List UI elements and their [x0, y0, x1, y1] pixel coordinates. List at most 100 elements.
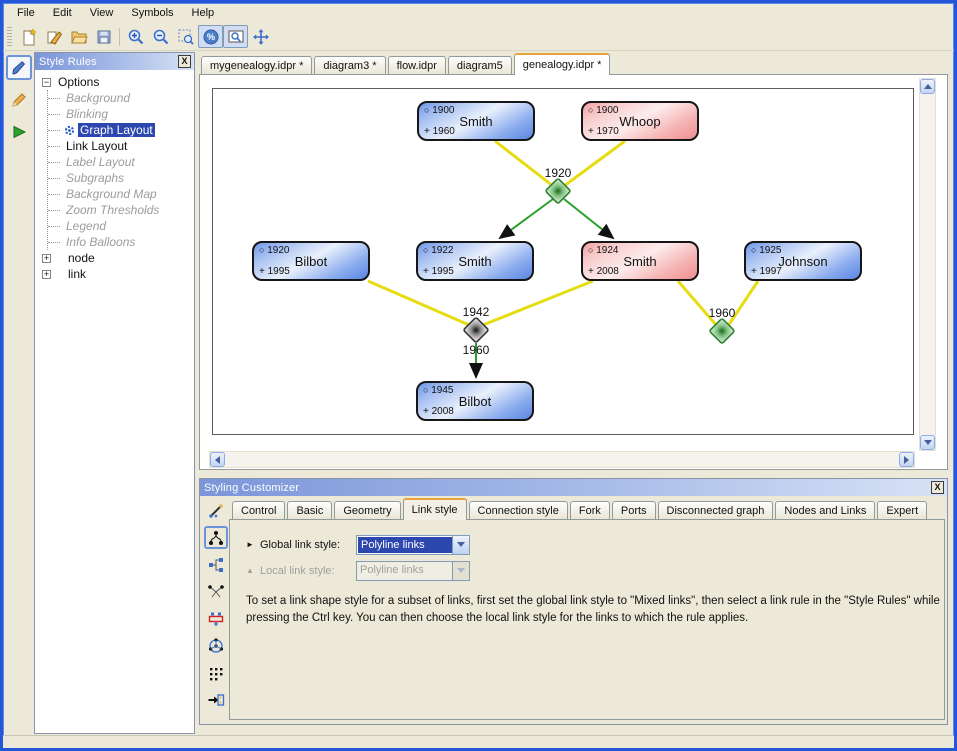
layout-tree-button[interactable]	[204, 553, 228, 576]
customizer-tab-link-style[interactable]: Link style	[403, 498, 467, 520]
edit-pencil-button[interactable]	[6, 87, 32, 112]
tab-diagram5[interactable]: diagram5	[448, 56, 512, 75]
customizer-tab-connection-style[interactable]: Connection style	[469, 501, 568, 520]
global-link-style-row: ► Global link style: Polyline links	[246, 534, 944, 555]
marriage-link[interactable]	[483, 281, 593, 325]
plus-box-icon[interactable]: +	[42, 254, 51, 263]
tree-item-label: Link Layout	[64, 139, 129, 153]
menu-view[interactable]: View	[81, 5, 123, 22]
customizer-tab-control[interactable]: Control	[232, 501, 285, 520]
new-document-button[interactable]	[16, 25, 41, 48]
global-link-style-combobox[interactable]: Polyline links	[356, 535, 470, 555]
close-icon[interactable]: X	[931, 481, 944, 494]
overview-icon	[227, 28, 245, 46]
scroll-left-icon[interactable]	[210, 452, 225, 467]
person-node-smith-1922[interactable]: ○ 1922Smith+ 1995	[416, 241, 534, 281]
customizer-titlebar[interactable]: Styling Customizer X	[200, 479, 947, 496]
customizer-tab-basic[interactable]: Basic	[287, 501, 332, 520]
customizer-tab-disconnected-graph[interactable]: Disconnected graph	[658, 501, 774, 520]
toolbar-grip[interactable]	[7, 27, 12, 47]
tree-item-background[interactable]: Background	[48, 90, 194, 106]
expand-marker-icon: ►	[246, 540, 260, 549]
menu-bar: FileEditViewSymbolsHelp	[3, 3, 954, 23]
layout-hierarchical-button[interactable]	[204, 526, 228, 549]
menu-file[interactable]: File	[8, 5, 44, 22]
layout-grid-button[interactable]	[204, 661, 228, 684]
style-rules-titlebar[interactable]: Style Rules X	[35, 53, 194, 70]
tree-item-background-map[interactable]: Background Map	[48, 186, 194, 202]
minus-box-icon[interactable]: −	[42, 78, 51, 87]
person-node-smith-1900[interactable]: ○ 1900Smith+ 1960	[417, 101, 535, 141]
customizer-tab-ports[interactable]: Ports	[612, 501, 656, 520]
tree-item-node[interactable]: +node	[42, 250, 194, 266]
pan-button[interactable]	[248, 25, 273, 48]
customizer-tab-nodes-and-links[interactable]: Nodes and Links	[775, 501, 875, 520]
layout-hierarchical-icon	[207, 529, 225, 547]
zoom-area-button[interactable]	[173, 25, 198, 48]
zoom-in-button[interactable]	[123, 25, 148, 48]
scroll-down-icon[interactable]	[920, 435, 935, 450]
chevron-down-icon	[452, 562, 469, 580]
zoom-percent-button[interactable]: %	[198, 25, 223, 48]
death-icon: +	[424, 126, 430, 137]
child-link[interactable]	[500, 199, 553, 238]
menu-symbols[interactable]: Symbols	[122, 5, 182, 22]
vertical-scrollbar[interactable]	[919, 78, 936, 451]
save-button[interactable]	[91, 25, 116, 48]
tab-genealogy-idpr[interactable]: genealogy.idpr *	[514, 53, 611, 75]
person-node-whoop-1900[interactable]: ○ 1900Whoop+ 1970	[581, 101, 699, 141]
person-node-smith-1924[interactable]: ○ 1924Smith+ 2008	[581, 241, 699, 281]
person-node-johnson-1925[interactable]: ○ 1925Johnson+ 1997	[744, 241, 862, 281]
style-wand-button[interactable]	[204, 499, 228, 522]
style-rules-title: Style Rules	[39, 56, 178, 68]
person-node-bilbot-1945[interactable]: ○ 1945Bilbot+ 2008	[416, 381, 534, 421]
gear-icon	[64, 125, 75, 136]
person-node-bilbot-1920[interactable]: ○ 1920Bilbot+ 1995	[252, 241, 370, 281]
tree-item-link[interactable]: +link	[42, 266, 194, 282]
tree-item-label-layout[interactable]: Label Layout	[48, 154, 194, 170]
tree-item-label: Blinking	[64, 107, 110, 121]
run-button[interactable]	[6, 119, 32, 144]
customizer-tab-expert[interactable]: Expert	[877, 501, 927, 520]
tab-label: diagram5	[457, 60, 503, 72]
diagram-canvas[interactable]: 1920194219601960○ 1900Smith+ 1960○ 1900W…	[212, 88, 914, 435]
scroll-right-icon[interactable]	[899, 452, 914, 467]
menu-edit[interactable]: Edit	[44, 5, 81, 22]
tab-diagram3[interactable]: diagram3 *	[314, 56, 385, 75]
layout-bus-icon	[207, 610, 225, 628]
scroll-up-icon[interactable]	[920, 79, 935, 94]
close-icon[interactable]: X	[178, 55, 191, 68]
zoom-out-button[interactable]	[148, 25, 173, 48]
plus-box-icon[interactable]: +	[42, 270, 51, 279]
tree-item-graph-layout[interactable]: Graph Layout	[48, 122, 194, 138]
tree-item-legend[interactable]: Legend	[48, 218, 194, 234]
tab-label: genealogy.idpr *	[523, 59, 602, 71]
horizontal-scrollbar[interactable]	[209, 451, 915, 468]
global-link-style-label: Global link style:	[260, 539, 356, 551]
tree-item-zoom-thresholds[interactable]: Zoom Thresholds	[48, 202, 194, 218]
tree-item-link-layout[interactable]: Link Layout	[48, 138, 194, 154]
customizer-tab-geometry[interactable]: Geometry	[334, 501, 400, 520]
new-from-wizard-button[interactable]	[41, 25, 66, 48]
tab-flow-idpr[interactable]: flow.idpr	[388, 56, 446, 75]
layout-bus-button[interactable]	[204, 607, 228, 630]
marriage-link[interactable]	[564, 141, 625, 186]
tab-mygenealogy-idpr[interactable]: mygenealogy.idpr *	[201, 56, 312, 75]
overview-button[interactable]	[223, 25, 248, 48]
tree-item-subgraphs[interactable]: Subgraphs	[48, 170, 194, 186]
open-button[interactable]	[66, 25, 91, 48]
tree-item-options[interactable]: −Options	[42, 74, 194, 90]
layout-routing-button[interactable]	[204, 580, 228, 603]
link-style-tab-content: ► Global link style: Polyline links ▲ Lo…	[229, 519, 945, 720]
layout-drag-button[interactable]	[204, 688, 228, 711]
tree-item-info-balloons[interactable]: Info Balloons	[48, 234, 194, 250]
menu-help[interactable]: Help	[183, 5, 224, 22]
marriage-link[interactable]	[368, 281, 469, 325]
tree-item-blinking[interactable]: Blinking	[48, 106, 194, 122]
customizer-tab-fork[interactable]: Fork	[570, 501, 610, 520]
union-node[interactable]	[463, 317, 488, 342]
style-brush-button[interactable]	[6, 55, 32, 80]
child-link[interactable]	[564, 199, 613, 238]
layout-circular-button[interactable]	[204, 634, 228, 657]
chevron-down-icon[interactable]	[452, 536, 469, 554]
